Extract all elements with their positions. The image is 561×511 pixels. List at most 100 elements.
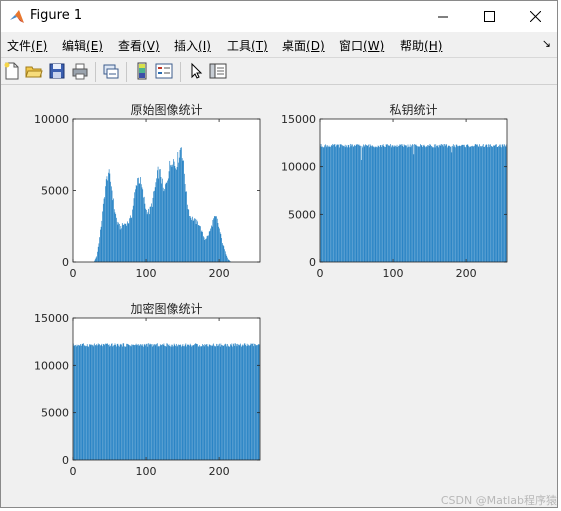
histogram-bar: [474, 145, 475, 262]
histogram-bar: [142, 344, 144, 460]
histogram-bar: [498, 144, 500, 262]
histogram-bar: [194, 218, 195, 262]
histogram-bar: [417, 146, 418, 262]
histogram-bar: [151, 206, 153, 262]
menu-tools[interactable]: 工具(T): [227, 37, 268, 54]
histogram-bar: [180, 344, 182, 460]
open-file-icon[interactable]: [25, 62, 43, 80]
histogram-bar: [184, 183, 186, 262]
histogram-bar: [395, 146, 397, 262]
link-plot-icon[interactable]: [102, 62, 120, 80]
histogram-bar: [391, 145, 393, 262]
histogram-bar: [344, 146, 345, 262]
menu-help[interactable]: 帮助(H): [400, 37, 442, 54]
toolbar-separator: [180, 62, 181, 82]
histogram-bar: [92, 344, 94, 460]
histogram-bar: [97, 343, 99, 460]
histogram-bar: [202, 232, 203, 262]
histogram-bar: [97, 246, 99, 262]
histogram-bar: [224, 251, 226, 262]
histogram-bar: [130, 218, 132, 262]
histogram-bar: [196, 219, 198, 262]
histogram-bar: [129, 345, 131, 460]
y-tick-label: 15000: [281, 113, 316, 126]
histogram-bar: [109, 173, 111, 262]
menu-desktop-label: 桌面: [282, 39, 307, 53]
histogram-bar: [80, 344, 81, 460]
new-figure-icon[interactable]: [3, 62, 21, 80]
histogram-bar: [132, 344, 134, 460]
histogram-bar: [231, 343, 233, 460]
legend-icon[interactable]: [155, 62, 173, 80]
histogram-bar: [194, 344, 195, 460]
histogram-bar: [343, 145, 345, 262]
histogram-bar: [143, 344, 145, 460]
histogram-bar: [208, 346, 209, 460]
histogram-bar: [246, 346, 247, 460]
menu-overflow-icon[interactable]: ↘: [542, 37, 551, 50]
histogram-bar: [488, 147, 490, 262]
histogram-bar: [467, 144, 469, 262]
close-button[interactable]: [512, 1, 557, 32]
histogram-bar: [197, 344, 198, 460]
histogram-bar: [376, 146, 377, 262]
histogram-bar: [118, 222, 119, 262]
histogram-bar: [203, 345, 204, 460]
maximize-button[interactable]: [466, 1, 512, 32]
histogram-bar: [237, 343, 239, 460]
histogram-bar: [220, 234, 222, 262]
histogram-bar: [224, 344, 225, 460]
histogram-bar: [167, 178, 169, 262]
histogram-bar: [81, 343, 83, 460]
histogram-bar: [465, 147, 467, 262]
x-tick-label: 0: [70, 267, 77, 280]
histogram-bar: [113, 209, 115, 262]
histogram-bar: [135, 343, 137, 460]
edit-plot-icon[interactable]: [187, 62, 205, 80]
histogram-bar: [488, 144, 489, 262]
histogram-bar: [375, 147, 377, 262]
menu-desktop[interactable]: 桌面(D): [282, 37, 325, 54]
histogram-bar: [376, 147, 378, 262]
histogram-bar: [320, 144, 322, 262]
histogram-bar: [338, 144, 339, 262]
histogram-bar: [140, 344, 141, 460]
histogram-bar: [359, 145, 361, 262]
menu-edit[interactable]: 编辑(E): [62, 37, 103, 54]
histogram-bar: [433, 144, 435, 262]
property-inspector-icon[interactable]: [209, 62, 227, 80]
histogram-bar: [251, 343, 252, 460]
histogram-bar: [164, 345, 165, 460]
histogram-bar: [433, 147, 434, 262]
histogram-bar: [195, 343, 197, 460]
menu-file[interactable]: 文件(F): [7, 37, 47, 54]
minimize-button[interactable]: [420, 1, 466, 32]
histogram-bar: [212, 220, 214, 262]
histogram-bar: [141, 345, 143, 460]
print-icon[interactable]: [71, 62, 89, 80]
histogram-bar: [470, 146, 472, 262]
histogram-bar: [480, 147, 482, 262]
histogram-bar: [223, 246, 225, 262]
histogram-bar: [133, 344, 135, 460]
histogram-bar: [98, 243, 100, 262]
histogram-bar: [481, 145, 483, 262]
histogram-bar: [432, 147, 434, 262]
histogram-bar: [164, 189, 165, 262]
histogram-bar: [382, 144, 384, 262]
histogram-bar: [448, 145, 450, 262]
menu-view[interactable]: 查看(V): [118, 37, 160, 54]
colorbar-icon[interactable]: [133, 62, 151, 80]
menu-insert[interactable]: 插入(I): [174, 37, 211, 54]
histogram-bar: [333, 144, 335, 262]
histogram-bar: [160, 176, 162, 262]
menu-window[interactable]: 窗口(W): [339, 37, 384, 54]
histogram-bar: [167, 343, 168, 460]
menu-insert-key: (I): [198, 39, 211, 53]
y-tick-label: 10000: [34, 113, 69, 126]
save-icon[interactable]: [48, 62, 66, 80]
histogram-bar: [166, 343, 168, 460]
histogram-bar: [137, 344, 138, 460]
histogram-bar: [211, 225, 212, 262]
histogram-bar: [194, 218, 196, 262]
